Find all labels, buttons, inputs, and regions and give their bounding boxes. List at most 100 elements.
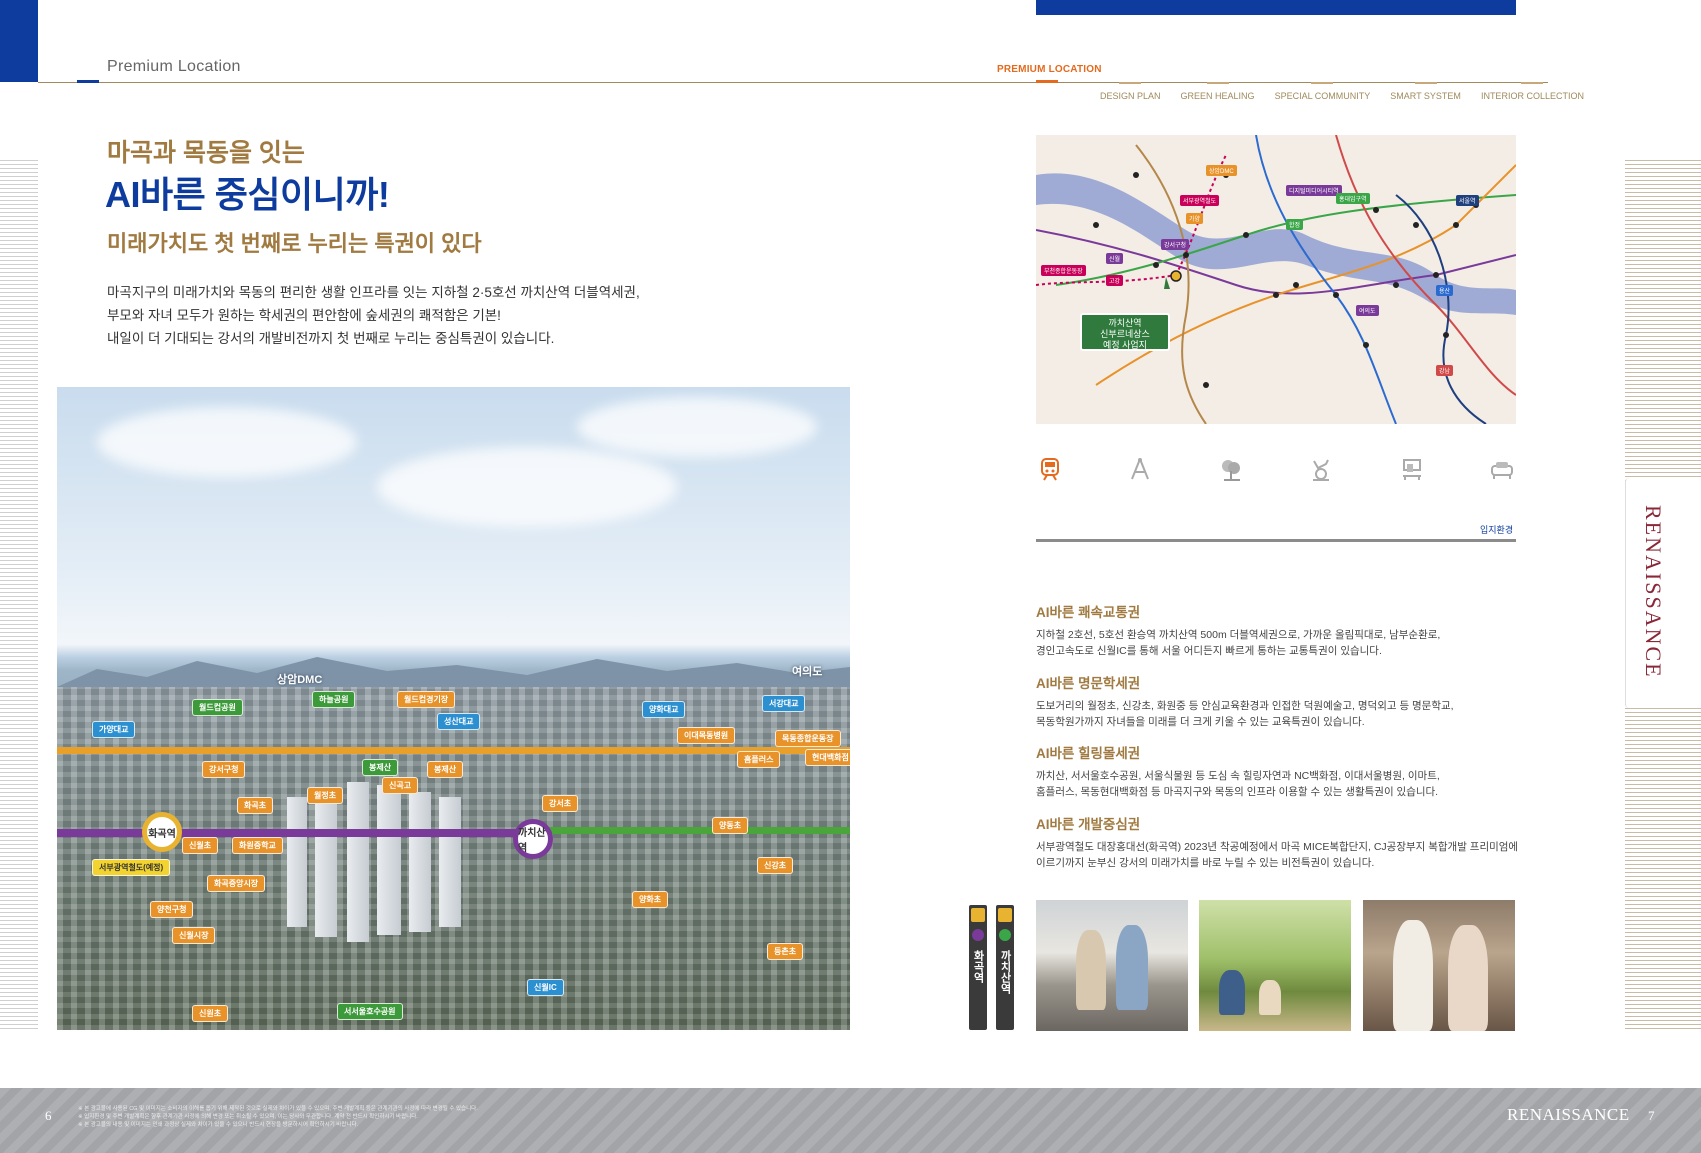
map-station-tag: 용산 [1436, 285, 1454, 296]
feature-line: 도보거리의 월정초, 신강초, 화원중 등 안심교육환경과 인접한 덕원예술고,… [1036, 700, 1454, 712]
map-station-tag: 부천종합운동장 [1041, 265, 1086, 276]
left-blue-bar [0, 0, 38, 82]
feature-title: AI바른 힐링몰세권 [1036, 746, 1141, 761]
intro-paragraph: 마곡지구의 미래가치와 목동의 편리한 생활 인프라를 잇는 지하철 2·5호선… [107, 281, 757, 350]
station-tag-name: 화곡역 [972, 950, 984, 983]
feature-title: AI바른 쾌속교통권 [1036, 605, 1141, 620]
side-tab-label: RENAISSANCE [1641, 505, 1666, 679]
map-label: 화원중학교 [232, 837, 283, 854]
section-divider [1036, 539, 1516, 542]
map-label: 신곡고 [382, 777, 419, 794]
parent-figure [1259, 980, 1281, 1015]
intro-line: 마곡지구의 미래가치와 목동의 편리한 생활 인프라를 잇는 지하철 2·5호선… [107, 285, 640, 300]
map-label: 목동종합운동장 [775, 730, 841, 747]
apartment-tower [315, 787, 337, 937]
map-label: 강서구청 [202, 761, 246, 778]
map-label: 서서울호수공원 [337, 1003, 403, 1020]
feature-development: AI바른 개발중심권 서부광역철도 대장홍대선(화곡역) 2023년 착공예정에… [1036, 813, 1536, 871]
headline-sub: 미래가치도 첫 번째로 누리는 특권이 있다 [107, 231, 482, 256]
line-2-route [57, 829, 537, 837]
map-label: 가양대교 [92, 721, 136, 738]
subway-icon [998, 908, 1012, 922]
map-label: 신월초 [182, 837, 219, 854]
map-label: 화곡초 [237, 797, 274, 814]
tab-special-community[interactable]: SPECIAL COMMUNITY [1275, 82, 1370, 101]
location-map: 서부광역철도 상암DMC 디지털미디어시티역 가양 강서구청 신월 고강 부천종… [1036, 135, 1516, 424]
map-label: 서부광역철도(예정) [92, 859, 171, 876]
map-label: 양화초 [632, 891, 669, 908]
header-accent-right [1036, 80, 1058, 83]
headline-kicker: 마곡과 목동을 잇는 [107, 139, 305, 167]
shopper-figure [1448, 925, 1488, 1031]
apartment-tower [287, 797, 307, 927]
line-green-route [537, 827, 850, 834]
map-label: 신강초 [757, 857, 794, 874]
map-label: 화곡중앙시장 [207, 875, 266, 892]
landmark-label: 여의도 [792, 666, 823, 678]
map-label: 월드컵경기장 [397, 691, 456, 708]
feature-line: 경인고속도로 신월IC를 통해 서울 어디든지 빠르게 통하는 교통특권이 있습… [1036, 645, 1382, 657]
map-label: 양화대교 [642, 701, 686, 718]
line-dot [999, 929, 1011, 941]
map-label: 월정초 [307, 787, 344, 804]
station-tag-name: 까치산역 [999, 950, 1011, 994]
map-station-tag: 가양 [1186, 213, 1204, 224]
map-station-tag: 합정 [1286, 219, 1304, 230]
map-label: 이대목동병원 [677, 727, 736, 744]
exercise-bike-icon[interactable] [1307, 455, 1335, 483]
map-label: 양천구청 [150, 901, 194, 918]
map-label: 홈플러스 [737, 751, 781, 768]
photo-children-school [1036, 900, 1188, 1031]
map-label: 성산대교 [437, 713, 481, 730]
map-station-tag: 서울역 [1456, 195, 1479, 206]
compass-icon[interactable] [1126, 455, 1154, 483]
project-site-callout: 까치산역 신부르네상스 예정 사업지 [1080, 313, 1170, 351]
nav-tabs: DESIGN PLAN GREEN HEALING SPECIAL COMMUN… [1100, 82, 1604, 101]
desk-icon[interactable] [1398, 455, 1426, 483]
map-label: 현대백화점 [805, 749, 850, 766]
feature-transport: AI바른 쾌속교통권 지하철 2호선, 5호선 환승역 까치산역 500m 더블… [1036, 601, 1536, 659]
disclaimer-line: ※ 본 광고물에 사용된 CG 및 이미지는 소비자의 이해를 돕기 위해 제작… [78, 1106, 478, 1112]
callout-line: 신부르네상스 [1100, 329, 1150, 339]
map-label: 봉제산 [362, 759, 399, 776]
child-figure [1116, 925, 1148, 1010]
intro-line: 부모와 자녀 모두가 원하는 학세권의 편안함에 숲세권의 쾌적함은 기본! [107, 308, 501, 323]
apartment-tower [439, 797, 461, 927]
page-number-right: 7 [1648, 1108, 1655, 1123]
line-5-route [57, 747, 850, 754]
feature-line: 목동학원가까지 자녀들을 미래를 더 크게 키울 수 있는 교육특권이 있습니다… [1036, 716, 1365, 728]
disclaimer-line: ※ 본 광고물의 내용 및 이미지는 인쇄 과정상 실제와 차이가 있을 수 있… [78, 1122, 359, 1128]
map-label: 양동초 [712, 817, 749, 834]
station-kkachisan: 까치산역 [513, 819, 553, 859]
tab-smart-system[interactable]: SMART SYSTEM [1390, 82, 1461, 101]
tree-icon[interactable] [1217, 455, 1245, 483]
aerial-photo: 화곡역 까치산역 월드컵공원 하늘공원 월드컵경기장 가양대교 성산대교 양화대… [57, 387, 850, 1030]
mountain-silhouette [57, 657, 850, 687]
feature-line: 이르기까지 눈부신 강서의 미래가치를 바로 누릴 수 있는 비전특권이 있습니… [1036, 857, 1375, 869]
map-label: 등촌초 [767, 943, 804, 960]
disclaimer-line: ※ 입지환경 및 주변 개발계획은 향후 관계기관 사정에 의해 변경 또는 취… [78, 1114, 418, 1120]
tab-green-healing[interactable]: GREEN HEALING [1181, 82, 1255, 101]
map-station-tag: 신월 [1106, 253, 1124, 264]
child-figure [1076, 930, 1106, 1010]
map-station-tag: 여의도 [1356, 305, 1379, 316]
map-label: 하늘공원 [312, 691, 356, 708]
footer-disclaimer: ※ 본 광고물에 사용된 CG 및 이미지는 소비자의 이해를 돕기 위해 제작… [78, 1105, 678, 1129]
feature-healing-mall: AI바른 힐링몰세권 까치산, 서서울호수공원, 서울식물원 등 도심 속 힐링… [1036, 742, 1536, 800]
tab-premium-location[interactable]: PREMIUM LOCATION [997, 64, 1102, 75]
map-label: 강서초 [542, 795, 579, 812]
parent-figure [1219, 970, 1245, 1015]
shopper-figure [1393, 920, 1433, 1031]
cloud [577, 397, 817, 457]
callout-line: 예정 사업지 [1103, 340, 1147, 350]
right-blue-bar [1036, 0, 1516, 15]
map-station-tag: 홍대입구역 [1336, 193, 1370, 204]
sofa-icon[interactable] [1488, 455, 1516, 483]
map-station-tag: 강남 [1436, 365, 1454, 376]
section-title: Premium Location [107, 58, 241, 75]
feature-education: AI바른 명문학세권 도보거리의 월정초, 신강초, 화원중 등 안심교육환경과… [1036, 672, 1536, 730]
tab-interior-collection[interactable]: INTERIOR COLLECTION [1481, 82, 1584, 101]
subway-icon[interactable] [1036, 455, 1064, 483]
tab-design-plan[interactable]: DESIGN PLAN [1100, 82, 1161, 101]
photo-shopping [1363, 900, 1515, 1031]
